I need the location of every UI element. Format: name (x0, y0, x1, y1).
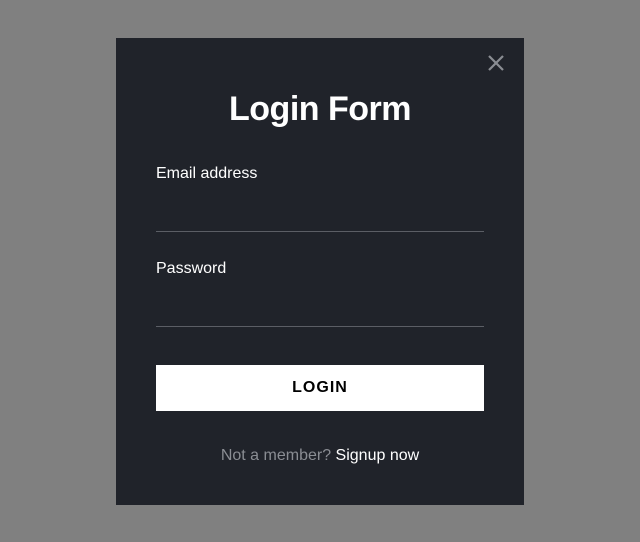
password-input[interactable] (156, 286, 484, 327)
login-button[interactable]: LOGIN (156, 365, 484, 411)
close-button[interactable] (486, 56, 506, 76)
password-label: Password (156, 260, 484, 278)
login-modal: Login Form Email address Password LOGIN … (116, 38, 524, 505)
signup-link[interactable]: Signup now (336, 447, 420, 464)
modal-title: Login Form (156, 90, 484, 129)
password-field-group: Password (156, 260, 484, 327)
signup-footer: Not a member? Signup now (156, 447, 484, 465)
signup-prompt-text: Not a member? (221, 447, 336, 464)
email-field-group: Email address (156, 165, 484, 232)
email-input[interactable] (156, 191, 484, 232)
close-icon (487, 54, 505, 77)
email-label: Email address (156, 165, 484, 183)
